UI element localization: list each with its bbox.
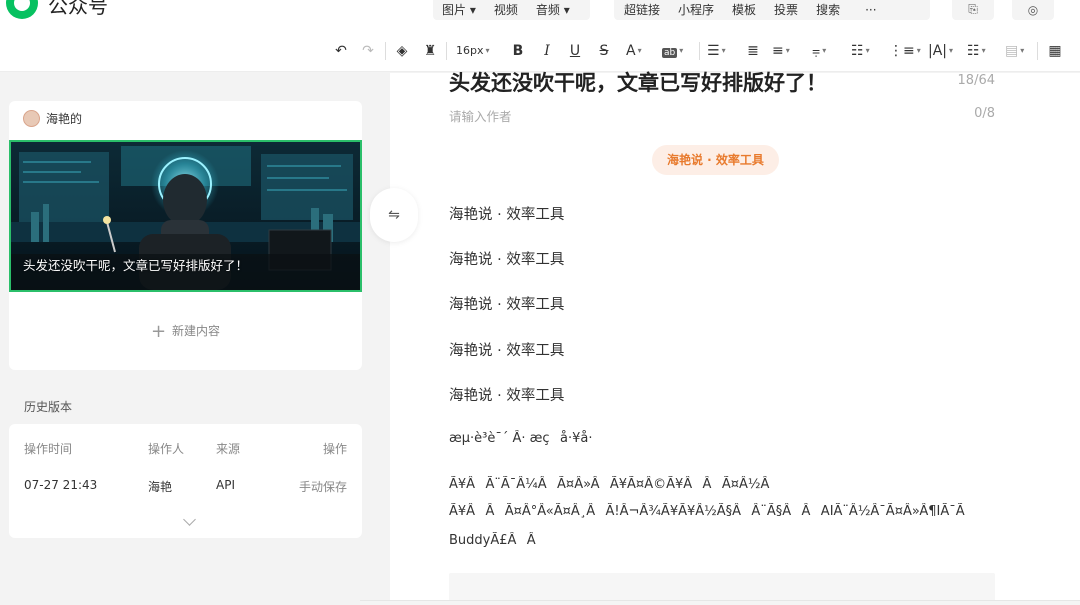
media-menu: 图片 ▾ 视频 音频 ▾ (433, 0, 590, 20)
text-indent-icon[interactable]: |A| ▾ (928, 43, 956, 59)
new-content-button[interactable]: + 新建内容 (9, 321, 362, 342)
article-card: 海艳的 头发还没吹干呢，文章已写好排版好了！ + 新建内容 (9, 101, 362, 370)
menu-video[interactable]: 视频 (485, 4, 527, 20)
history-action[interactable]: 手动保存 (299, 478, 347, 495)
avatar (23, 110, 40, 127)
font-size-select[interactable]: 16px ▾ (456, 43, 498, 59)
divider (1037, 42, 1038, 60)
history-source: API (216, 478, 235, 492)
history-title: 历史版本 (24, 400, 73, 414)
bottom-bar (360, 600, 1080, 605)
more-menu[interactable]: ··· (849, 4, 885, 20)
import-doc-icon: ⎘ (968, 2, 978, 16)
import-doc-button[interactable]: ⎘ (952, 0, 994, 20)
align-justify-icon[interactable]: ☰ ▾ (707, 43, 733, 59)
account-name: 海艳的 (46, 112, 83, 126)
brand[interactable]: 公众号 (6, 0, 108, 19)
tag-label: 海艳说 · 效率工具 (652, 145, 779, 175)
chevron-down-icon[interactable] (183, 513, 196, 526)
account-row: 海艳的 (23, 110, 82, 127)
header-action: 操作 (322, 442, 347, 456)
italic-button[interactable]: I (539, 43, 555, 59)
paragraph[interactable]: 海艳说 · 效率工具 (449, 248, 564, 269)
history-time: 07-27 21:43 (24, 478, 98, 492)
menu-audio[interactable]: 音频 ▾ (527, 4, 579, 20)
paragraph[interactable]: 海艳说 · 效率工具 (449, 203, 564, 224)
plus-icon: + (150, 321, 167, 342)
divider (446, 42, 447, 60)
divider (699, 42, 700, 60)
menu-image[interactable]: 图片 ▾ (433, 4, 485, 20)
font-color-button[interactable]: A ▾ (626, 43, 652, 59)
menu-vote[interactable]: 投票 (765, 4, 807, 20)
garbled-paragraph[interactable]: æµ·è³è¯´ Â· æçå·¥å· (449, 430, 997, 447)
author-input[interactable]: 请输入作者 (449, 106, 512, 125)
paragraph-spacing-icon[interactable]: ⋮≡ ▾ (889, 43, 921, 59)
preview-icon: ◎ (1027, 3, 1039, 17)
strikethrough-button[interactable]: S (596, 43, 612, 59)
menu-hyperlink[interactable]: 超链接 (614, 4, 669, 20)
bold-button[interactable]: B (510, 43, 526, 59)
menu-template[interactable]: 模板 (723, 4, 765, 20)
paragraph[interactable]: 海艳说 · 效率工具 (449, 293, 564, 314)
swap-icon[interactable]: ⇋ (370, 188, 418, 242)
align-center-icon[interactable]: ≡ ▾ (772, 43, 798, 59)
divider (385, 42, 386, 60)
header-operator: 操作人 (148, 442, 185, 456)
table-icon[interactable]: ▦ (1047, 43, 1063, 59)
history-operator: 海艳 (148, 480, 173, 494)
letter-spacing-icon[interactable]: ⩦ ▾ (812, 43, 838, 59)
wechat-logo-icon (6, 0, 38, 19)
format-toolbar: ↶ ↷ ◈ ♜ 16px ▾ B I U S A ▾ ab ▾ ☰ ▾ ≣ ≡ ▾ ⩦ ▾ … (0, 30, 1080, 72)
redo-icon[interactable]: ↷ (360, 43, 376, 59)
line-height-icon[interactable]: ☷ ▾ (851, 43, 877, 59)
underline-button[interactable]: U (567, 43, 583, 59)
highlight-color-button[interactable]: ab ▾ (662, 43, 692, 59)
header-source: 来源 (216, 442, 241, 456)
article-cover[interactable]: 头发还没吹干呢，文章已写好排版好了！ (9, 140, 362, 292)
menu-search[interactable]: 搜索 (807, 4, 849, 20)
brand-name: 公众号 (48, 0, 108, 18)
garbled-paragraph[interactable]: Ã¥ÂÃ¨Ã¯Â¼ÂÃ¤Â»ÂÃ¥Ã¤Â©Ã¥ÂÂÃ¤Â½Â (449, 476, 997, 493)
highlight-icon: ab (662, 48, 678, 58)
clear-format-icon[interactable]: ◈ (394, 43, 410, 59)
list-icon[interactable]: ☷ ▾ (967, 43, 993, 59)
format-painter-icon[interactable]: ♜ (422, 43, 438, 59)
insert-menu: 超链接 小程序 模板 投票 搜索 ··· (614, 0, 930, 20)
paragraph[interactable]: 海艳说 · 效率工具 (449, 339, 564, 360)
paragraph[interactable]: 海艳说 · 效率工具 (449, 384, 564, 405)
garbled-paragraph[interactable]: Ã¥ÂÂÃ¤Â°Â«Ã¤Â¸ÂÃ!Â¬Â¾Ã¥Ã¥Â½Ã§ÂÂ¨Ã§Â… (449, 503, 997, 520)
history-card: 操作时间 操作人 来源 操作 07-27 21:43 海艳 API 手动保存 (9, 424, 362, 538)
title-count: 18/64 (957, 73, 995, 88)
header-time: 操作时间 (24, 442, 73, 456)
author-count: 0/8 (974, 106, 995, 121)
top-header: 公众号 图片 ▾ 视频 音频 ▾ 超链接 小程序 模板 投票 搜索 ··· ⎘ … (0, 0, 1080, 30)
indent-icon[interactable]: ≣ (745, 43, 761, 59)
article-title-input[interactable]: 头发还没吹干呢，文章已写好排版好了！ (449, 67, 827, 97)
preview-button[interactable]: ◎ (1012, 0, 1054, 20)
float-icon[interactable]: ▤ ▾ (1005, 43, 1031, 59)
cover-title: 头发还没吹干呢，文章已写好排版好了！ (23, 258, 249, 273)
undo-icon[interactable]: ↶ (333, 43, 349, 59)
menu-miniprogram[interactable]: 小程序 (669, 4, 723, 20)
editor-area[interactable]: 头发还没吹干呢，文章已写好排版好了！ 18/64 请输入作者 0/8 海艳说 ·… (390, 71, 1080, 605)
garbled-paragraph[interactable]: BuddyÃ£ÂÂ (449, 532, 997, 549)
